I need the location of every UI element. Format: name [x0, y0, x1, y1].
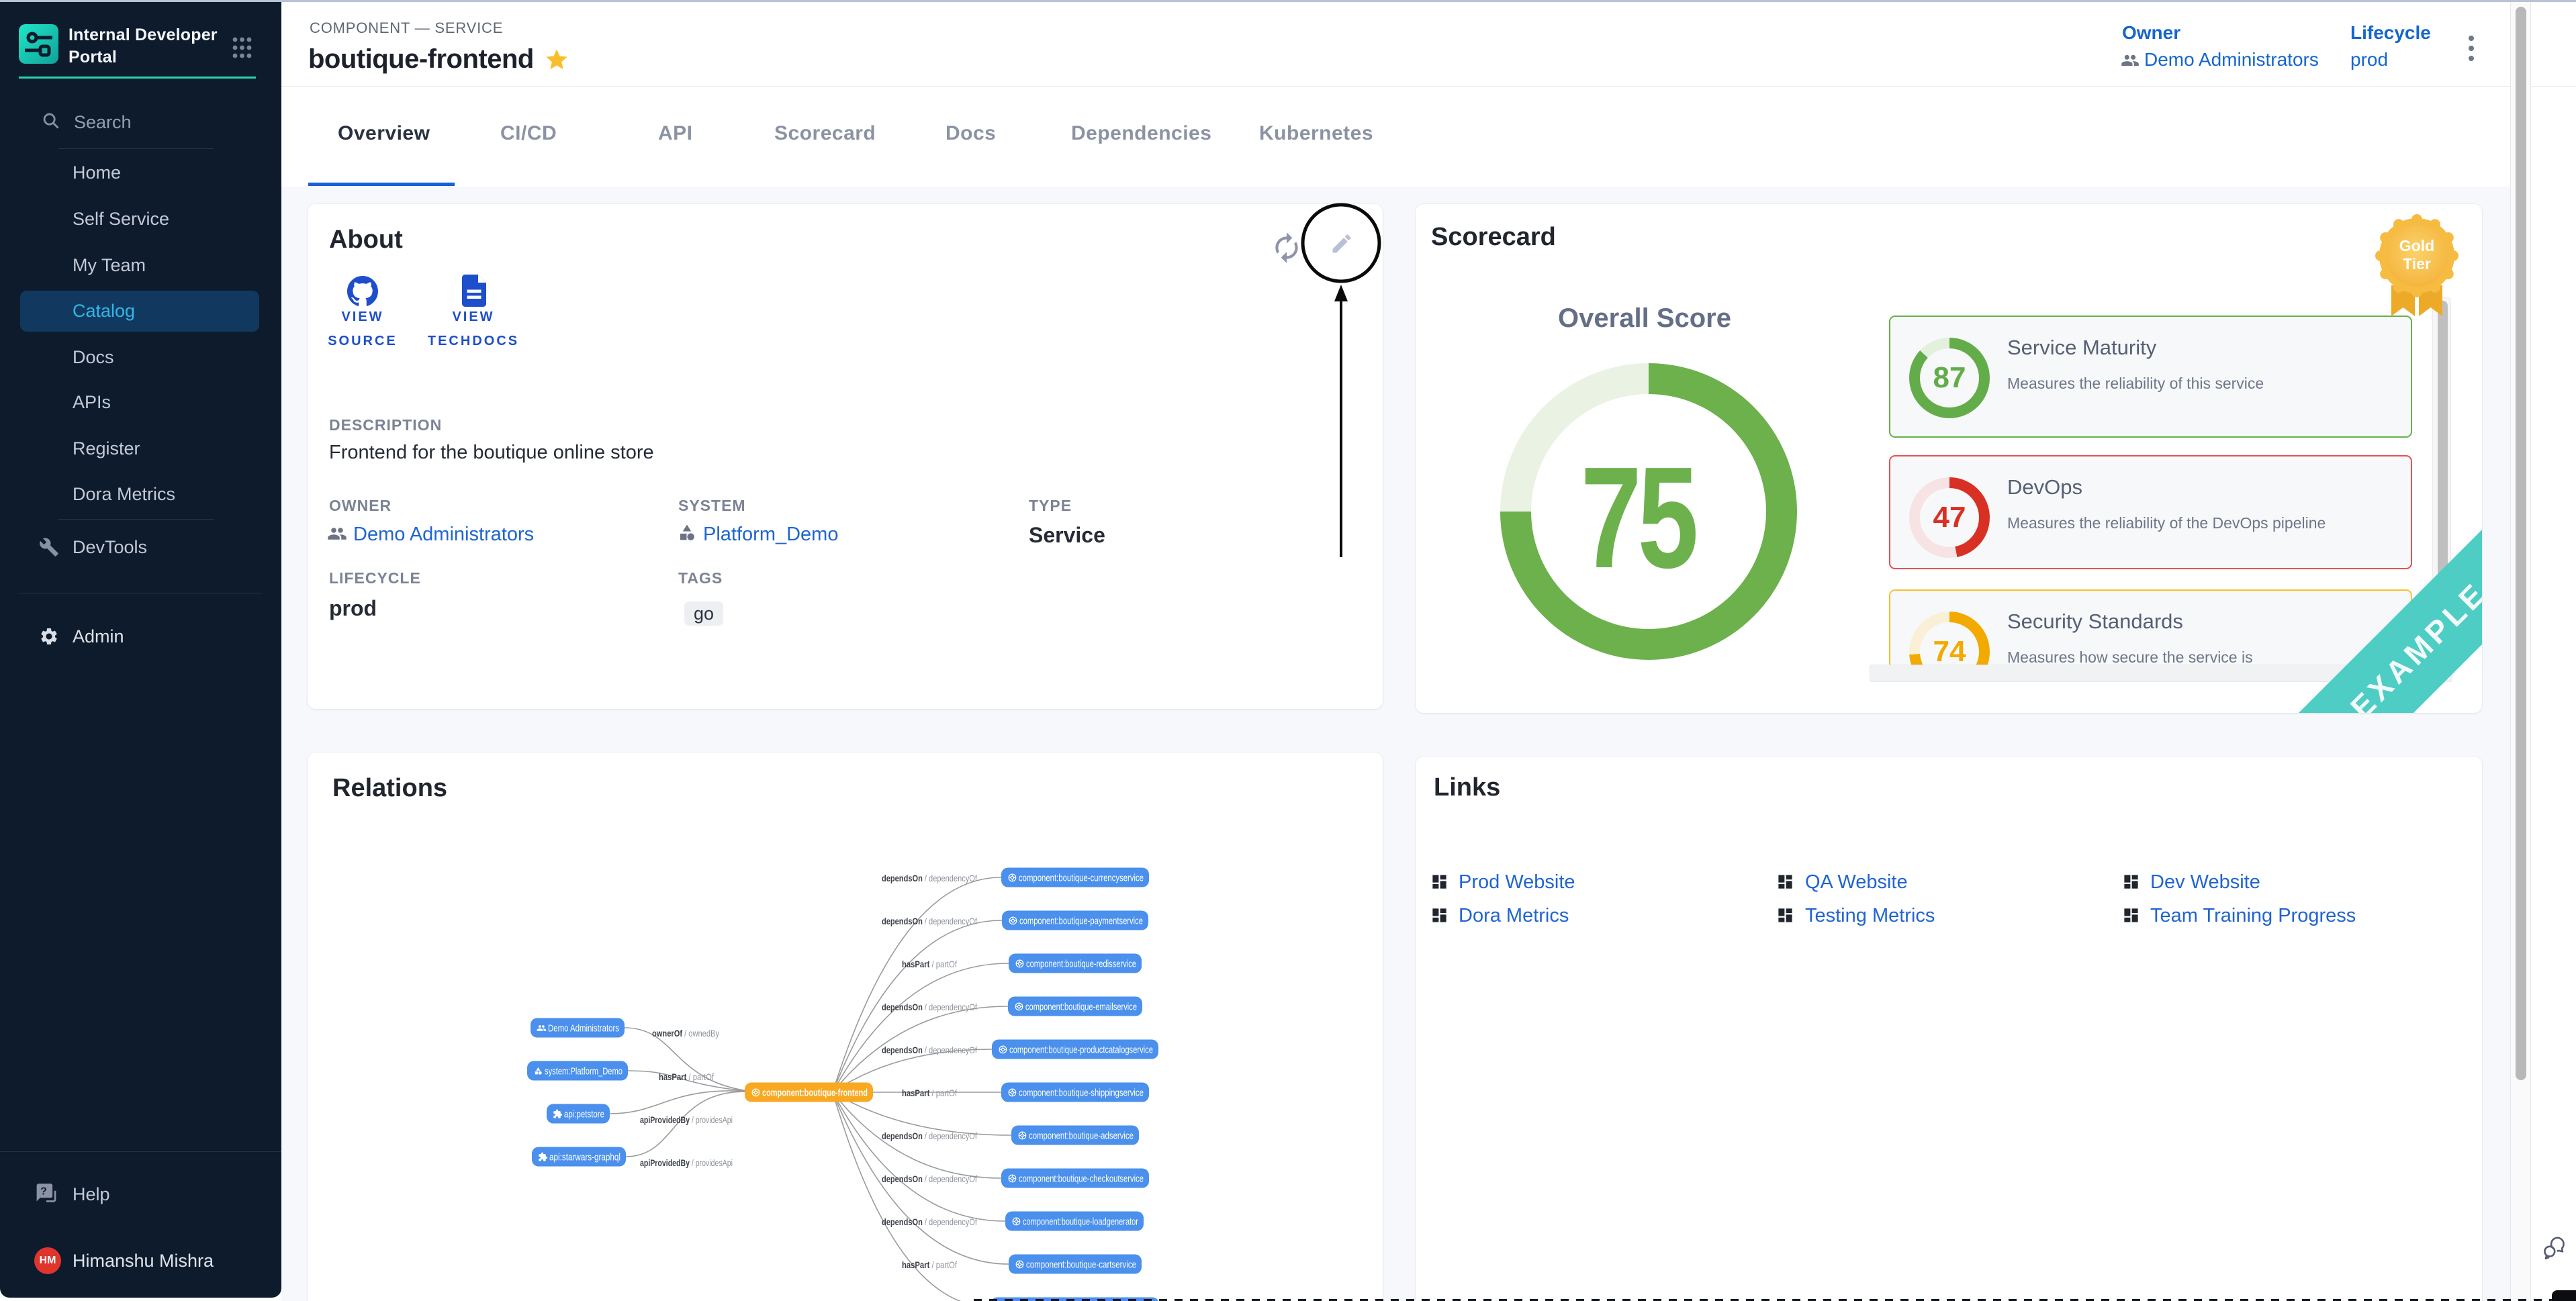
svg-text:dependsOn / dependencyOf: dependsOn / dependencyOf: [882, 873, 977, 883]
svg-text:component:boutique-loadgenerat: component:boutique-loadgenerator: [1023, 1216, 1138, 1228]
svg-text:hasPart / partOf: hasPart / partOf: [902, 1088, 957, 1098]
svg-text:dependsOn / dependencyOf: dependsOn / dependencyOf: [882, 1002, 977, 1012]
svg-text:apiProvidedBy / providesApi: apiProvidedBy / providesApi: [640, 1157, 733, 1168]
svg-text:dependsOn / dependencyOf: dependsOn / dependencyOf: [882, 1130, 977, 1141]
svg-text:apiProvidedBy / providesApi: apiProvidedBy / providesApi: [640, 1114, 733, 1125]
svg-text:component:boutique-emailservic: component:boutique-emailservice: [1025, 1002, 1137, 1013]
svg-text:Demo Administrators: Demo Administrators: [548, 1023, 619, 1034]
svg-text:dependsOn / dependencyOf: dependsOn / dependencyOf: [882, 916, 977, 926]
svg-text:component:boutique-adservice: component:boutique-adservice: [1029, 1130, 1134, 1142]
svg-text:hasPart / partOf: hasPart / partOf: [902, 1259, 957, 1270]
svg-text:component:boutique-shippingser: component:boutique-shippingservice: [1019, 1088, 1144, 1099]
svg-text:Gold: Gold: [2399, 237, 2434, 254]
svg-text:hasPart / partOf: hasPart / partOf: [659, 1071, 714, 1082]
svg-text:dependsOn / dependencyOf: dependsOn / dependencyOf: [882, 1216, 977, 1227]
svg-text:component:boutique-currencyser: component:boutique-currencyservice: [1019, 873, 1144, 884]
svg-text:dependsOn / dependencyOf: dependsOn / dependencyOf: [882, 1173, 977, 1184]
svg-text:component:boutique-redisservic: component:boutique-redisservice: [1026, 959, 1136, 970]
svg-text:api:starwars-graphql: api:starwars-graphql: [549, 1152, 620, 1163]
svg-text:?: ?: [40, 1186, 47, 1198]
svg-text:component:boutique-checkoutser: component:boutique-checkoutservice: [1019, 1173, 1144, 1185]
svg-text:dependsOn / dependencyOf: dependsOn / dependencyOf: [882, 1045, 977, 1055]
svg-text:hasPart / partOf: hasPart / partOf: [902, 959, 957, 969]
svg-text:component:boutique-frontend: component:boutique-frontend: [762, 1088, 868, 1099]
svg-text:system:Platform_Demo: system:Platform_Demo: [545, 1066, 623, 1077]
svg-text:ownerOf / ownedBy: ownerOf / ownedBy: [652, 1028, 719, 1039]
svg-text:component:boutique-cartservice: component:boutique-cartservice: [1026, 1259, 1136, 1271]
svg-text:api:petstore: api:petstore: [564, 1109, 604, 1120]
svg-text:Tier: Tier: [2403, 255, 2431, 273]
svg-text:component:boutique-productcata: component:boutique-productcatalogservice: [1009, 1045, 1153, 1056]
svg-text:component:boutique-paymentserv: component:boutique-paymentservice: [1019, 916, 1143, 927]
